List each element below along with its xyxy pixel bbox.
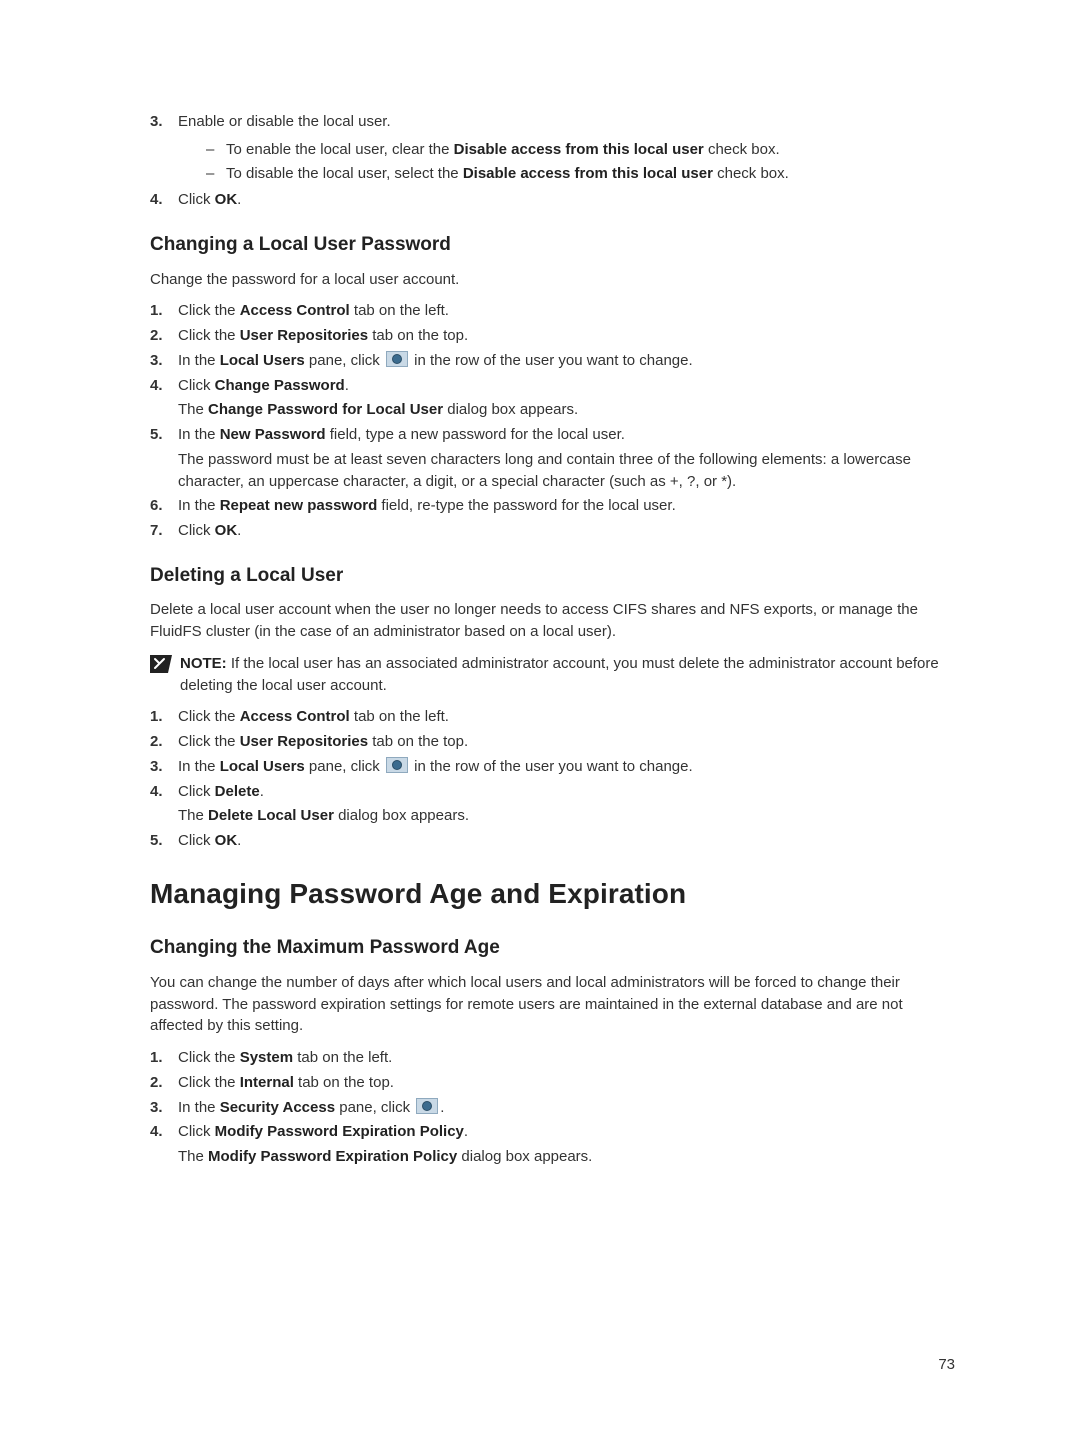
step-text: Enable or disable the local user. <box>178 113 391 130</box>
list-item: 3. Enable or disable the local user. To … <box>150 111 955 186</box>
intro-para: Change the password for a local user acc… <box>150 269 955 291</box>
list-item: 6. In the Repeat new password field, re-… <box>150 495 955 517</box>
heading-changing-password: Changing a Local User Password <box>150 231 955 259</box>
sub-item: To disable the local user, select the Di… <box>206 163 955 185</box>
managing-list: 1. Click the System tab on the left. 2. … <box>150 1047 955 1168</box>
step-number: 3. <box>150 111 178 186</box>
list-item: 4. Click Modify Password Expiration Poli… <box>150 1121 955 1168</box>
step-sub: The Change Password for Local User dialo… <box>178 399 955 421</box>
changing-pw-list: 1. Click the Access Control tab on the l… <box>150 300 955 542</box>
step-number: 4. <box>150 189 178 211</box>
note-block: NOTE: If the local user has an associate… <box>150 653 955 697</box>
heading-max-age: Changing the Maximum Password Age <box>150 934 955 962</box>
list-item: 5. In the New Password field, type a new… <box>150 424 955 492</box>
list-item: 1. Click the Access Control tab on the l… <box>150 706 955 728</box>
step-body: Click OK. <box>178 189 955 211</box>
list-item: 3. In the Local Users pane, click in the… <box>150 350 955 372</box>
list-item: 3. In the Local Users pane, click in the… <box>150 756 955 778</box>
sub-item: To enable the local user, clear the Disa… <box>206 139 955 161</box>
intro-para: You can change the number of days after … <box>150 972 955 1037</box>
list-item: 4. Click OK. <box>150 189 955 211</box>
list-item: 4. Click Delete. The Delete Local User d… <box>150 781 955 828</box>
sub-list: To enable the local user, clear the Disa… <box>206 139 955 185</box>
note-text: NOTE: If the local user has an associate… <box>180 653 955 697</box>
list-item: 1. Click the System tab on the left. <box>150 1047 955 1069</box>
step-body: Enable or disable the local user. To ena… <box>178 111 955 186</box>
list-item: 4. Click Change Password. The Change Pas… <box>150 375 955 422</box>
list-item: 1. Click the Access Control tab on the l… <box>150 300 955 322</box>
intro-para: Delete a local user account when the use… <box>150 599 955 643</box>
deleting-list: 1. Click the Access Control tab on the l… <box>150 706 955 852</box>
list-item: 7. Click OK. <box>150 520 955 542</box>
heading-managing: Managing Password Age and Expiration <box>150 874 955 915</box>
page-number: 73 <box>938 1354 955 1376</box>
gear-icon <box>386 351 408 367</box>
gear-icon <box>416 1098 438 1114</box>
list-item: 3. In the Security Access pane, click . <box>150 1097 955 1119</box>
list-item: 2. Click the User Repositories tab on th… <box>150 325 955 347</box>
note-icon <box>150 655 172 680</box>
step-sub: The password must be at least seven char… <box>178 449 955 493</box>
list-item: 2. Click the User Repositories tab on th… <box>150 731 955 753</box>
gear-icon <box>386 757 408 773</box>
page-container: 3. Enable or disable the local user. To … <box>0 0 1080 1434</box>
list-item: 2. Click the Internal tab on the top. <box>150 1072 955 1094</box>
intro-list: 3. Enable or disable the local user. To … <box>150 111 955 211</box>
list-item: 5. Click OK. <box>150 830 955 852</box>
heading-deleting-user: Deleting a Local User <box>150 562 955 590</box>
